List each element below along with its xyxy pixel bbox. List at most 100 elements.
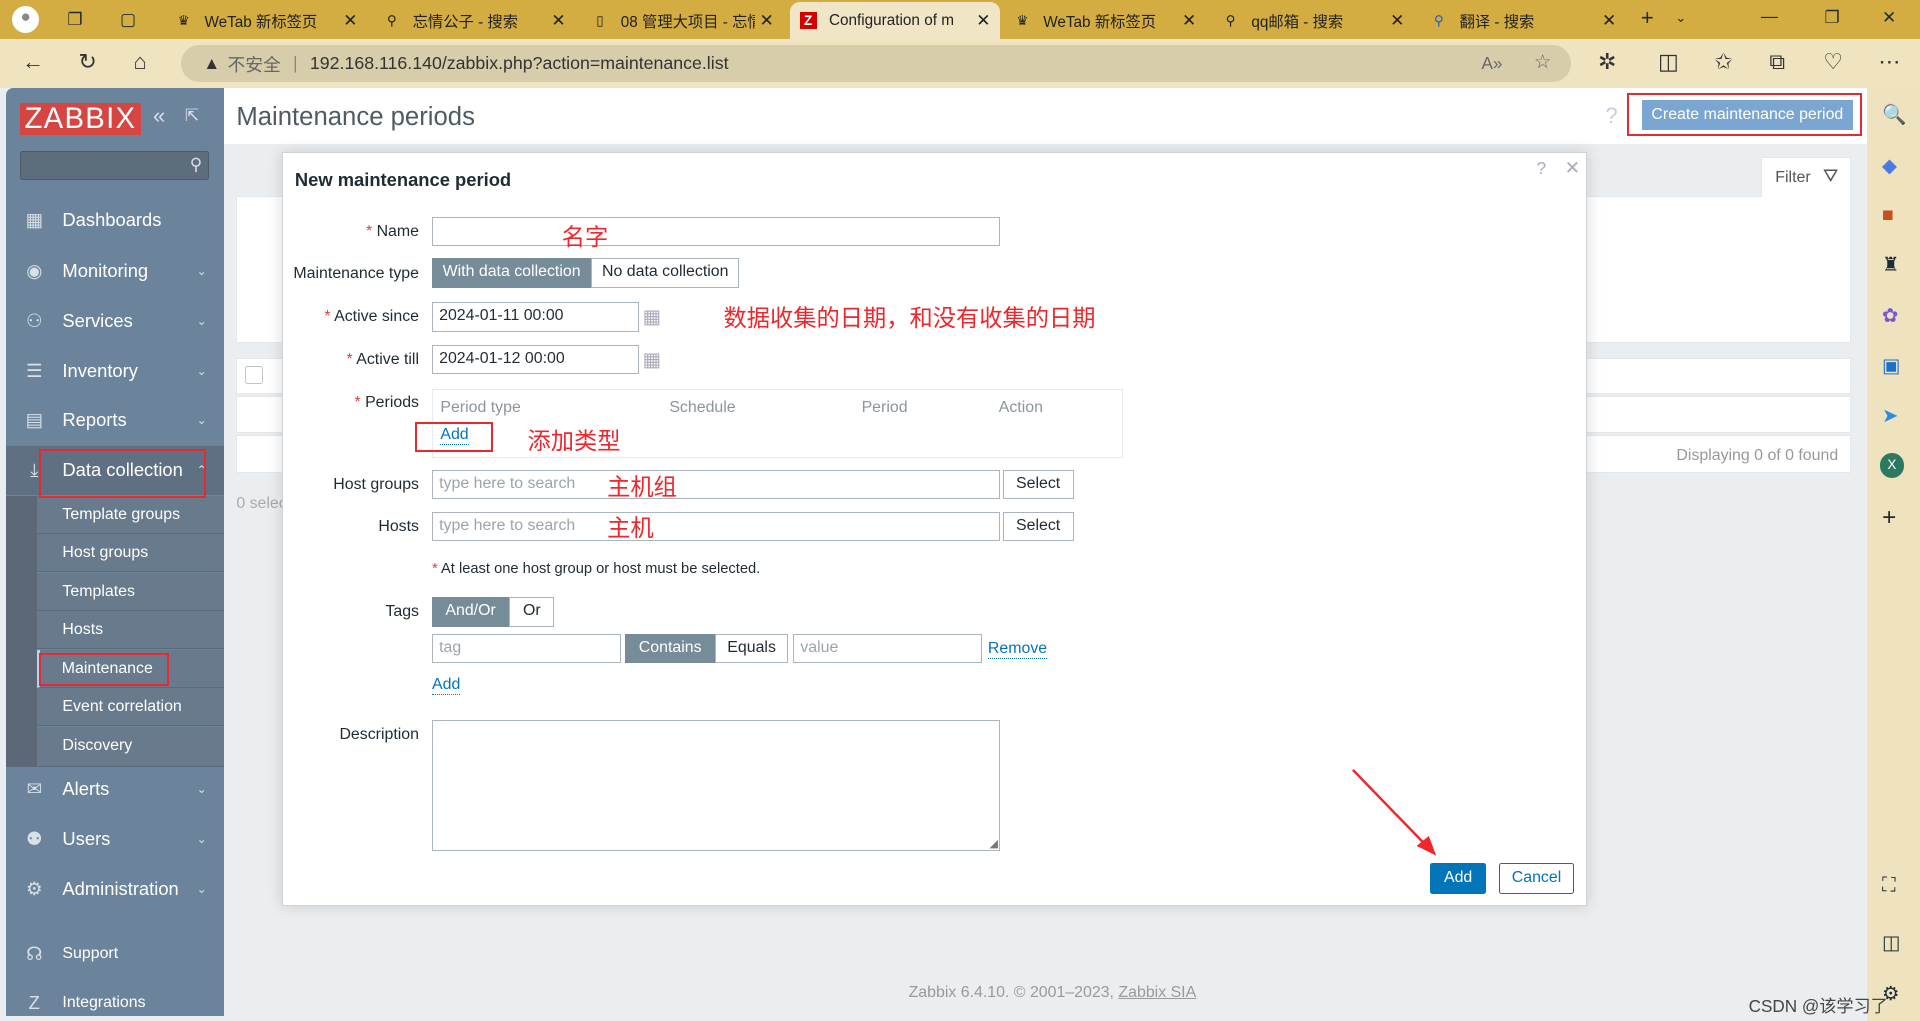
restore-icon[interactable]: ❐	[1825, 7, 1840, 28]
tags-or-option[interactable]: Or	[509, 597, 555, 627]
close-tab-icon[interactable]: ✕	[1602, 10, 1616, 31]
sidebar-item-inventory[interactable]: ☰ Inventory ⌄	[6, 347, 224, 396]
hosts-select-button[interactable]: Select	[1002, 511, 1074, 541]
search-icon[interactable]: 🔍	[1882, 103, 1906, 127]
select-all-checkbox[interactable]	[244, 365, 264, 385]
tab-actions-icon[interactable]: ▢	[120, 9, 136, 30]
sidebar-item-reports[interactable]: ▤ Reports ⌄	[6, 396, 224, 445]
send-icon[interactable]: ➤	[1882, 404, 1898, 428]
favorites-icon[interactable]: ✩	[1714, 49, 1732, 75]
tab[interactable]: ⚲ qq邮箱 - 搜索 ✕	[1212, 2, 1414, 39]
document-icon: ▯	[596, 13, 604, 29]
tag-icon[interactable]: ◆	[1882, 154, 1897, 178]
workspaces-icon[interactable]: ❐	[67, 9, 82, 30]
submenu-hosts[interactable]: Hosts	[36, 611, 225, 649]
close-icon[interactable]: ✕	[1565, 157, 1580, 179]
sidebar-item-services[interactable]: ⚇ Services ⌄	[6, 296, 224, 345]
sidebar-item-dashboards[interactable]: ▦ Dashboards	[6, 196, 224, 245]
close-tab-icon[interactable]: ✕	[976, 10, 990, 31]
active-since-input[interactable]: 2024-01-11 00:00	[432, 302, 639, 332]
sidebar-item-users[interactable]: ⚉ Users ⌄	[6, 814, 224, 863]
description-textarea[interactable]: ◢	[432, 719, 1001, 851]
close-tab-icon[interactable]: ✕	[551, 10, 565, 31]
health-icon[interactable]: ♡	[1823, 49, 1843, 75]
host-groups-input[interactable]: type here to search	[432, 469, 1001, 500]
sidebar-support[interactable]: ☊ Support	[6, 929, 224, 978]
tag-contains-option[interactable]: Contains	[625, 634, 715, 664]
tab-active[interactable]: Z Configuration of m ✕	[789, 2, 1001, 40]
gear-icon: ⚙	[26, 877, 43, 899]
calendar-icon[interactable]: ▦	[643, 348, 662, 372]
submenu-discovery[interactable]: Discovery	[36, 727, 225, 767]
calendar-icon[interactable]: ▦	[643, 305, 662, 329]
active-till-input[interactable]: 2024-01-12 00:00	[432, 345, 639, 375]
x-app-icon[interactable]: X	[1879, 453, 1905, 478]
submenu-templates[interactable]: Templates	[36, 573, 225, 611]
tag-input[interactable]: tag	[432, 634, 621, 664]
dialog-title: New maintenance period	[294, 168, 512, 190]
split-screen-icon[interactable]: ◫	[1658, 49, 1679, 75]
close-tab-icon[interactable]: ✕	[760, 10, 774, 31]
new-tab-icon[interactable]: +	[1641, 5, 1654, 31]
help-icon[interactable]: ?	[1537, 158, 1547, 179]
search-icon[interactable]: ⚲	[190, 154, 203, 175]
tab[interactable]: ♛ WeTab 新标签页 ✕	[165, 2, 367, 39]
back-icon[interactable]: ←	[22, 49, 44, 75]
host-groups-select-button[interactable]: Select	[1002, 469, 1074, 500]
close-window-icon[interactable]: ✕	[1882, 7, 1896, 28]
submenu-template-groups[interactable]: Template groups	[36, 495, 225, 534]
profile-icon[interactable]: ●	[12, 6, 40, 34]
sidebar-integrations[interactable]: Z Integrations	[6, 978, 224, 1021]
name-input[interactable]	[432, 216, 1001, 246]
with-data-collection-option[interactable]: With data collection	[432, 258, 592, 288]
collapse-sidebar-icon[interactable]: «	[153, 103, 165, 129]
close-tab-icon[interactable]: ✕	[343, 10, 357, 31]
refresh-icon[interactable]: ↻	[78, 49, 96, 75]
chess-icon[interactable]: ♜	[1882, 253, 1900, 277]
minimize-icon[interactable]: —	[1761, 6, 1778, 27]
envelope-icon: ✉	[26, 777, 42, 799]
tag-value-input[interactable]: value	[793, 634, 982, 664]
add-tag-link[interactable]: Add	[432, 676, 461, 695]
close-tab-icon[interactable]: ✕	[1182, 10, 1196, 31]
no-data-collection-option[interactable]: No data collection	[591, 258, 740, 288]
more-icon[interactable]: ⋯	[1878, 49, 1900, 75]
help-icon[interactable]: ?	[1605, 103, 1617, 129]
sidebar-item-alerts[interactable]: ✉ Alerts ⌄	[6, 764, 224, 813]
collections-icon[interactable]: ⧉	[1769, 49, 1785, 75]
tab[interactable]: ▯ 08 管理大项目 - 忘情 ✕	[582, 2, 784, 39]
cancel-button[interactable]: Cancel	[1498, 863, 1575, 894]
copilot-icon[interactable]: ✿	[1882, 304, 1898, 328]
home-icon[interactable]: ⌂	[133, 49, 146, 75]
sidebar-toggle-icon[interactable]: ◫	[1882, 931, 1901, 955]
sidebar-search-input[interactable]: ⚲	[19, 150, 210, 180]
outlook-icon[interactable]: ▣	[1882, 354, 1901, 378]
star-icon[interactable]: ☆	[1534, 50, 1552, 74]
remove-tag-link[interactable]: Remove	[987, 640, 1048, 660]
tags-and-or-option[interactable]: And/Or	[432, 597, 510, 627]
report-icon: ▤	[25, 408, 43, 430]
screenshot-icon[interactable]: ⛶	[1882, 874, 1896, 897]
add-icon[interactable]: +	[1882, 504, 1896, 532]
zabbix-sia-link[interactable]: Zabbix SIA	[1118, 984, 1196, 1001]
tab[interactable]: ⚲ 忘情公子 - 搜索 ✕	[373, 2, 575, 39]
address-bar[interactable]: ▲ 不安全 | 192.168.116.140/zabbix.php?actio…	[181, 45, 1572, 83]
tab[interactable]: ⚲ 翻译 - 搜索 ✕	[1420, 2, 1626, 39]
toolbox-icon[interactable]: ■	[1882, 204, 1894, 227]
read-aloud-icon[interactable]: A»	[1482, 53, 1503, 74]
resize-handle-icon[interactable]: ◢	[989, 837, 997, 850]
hosts-input[interactable]: type here to search	[432, 511, 1001, 541]
zabbix-logo[interactable]: ZABBIX	[19, 102, 142, 135]
submenu-event-correlation[interactable]: Event correlation	[36, 688, 225, 727]
tab[interactable]: ♛ WeTab 新标签页 ✕	[1004, 2, 1206, 39]
sidebar-item-monitoring[interactable]: ◉ Monitoring ⌄	[6, 246, 224, 295]
add-button[interactable]: Add	[1429, 863, 1487, 894]
filter-tab[interactable]: Filter ⛛	[1760, 156, 1852, 198]
tab-list-chevron-icon[interactable]: ⌄	[1675, 10, 1686, 26]
sidebar-item-administration[interactable]: ⚙ Administration ⌄	[6, 864, 224, 913]
submenu-host-groups[interactable]: Host groups	[36, 533, 225, 572]
kiosk-mode-icon[interactable]: ⇱	[185, 105, 199, 126]
tag-equals-option[interactable]: Equals	[714, 634, 789, 664]
close-tab-icon[interactable]: ✕	[1390, 10, 1404, 31]
extensions-icon[interactable]: ✲	[1598, 49, 1616, 75]
